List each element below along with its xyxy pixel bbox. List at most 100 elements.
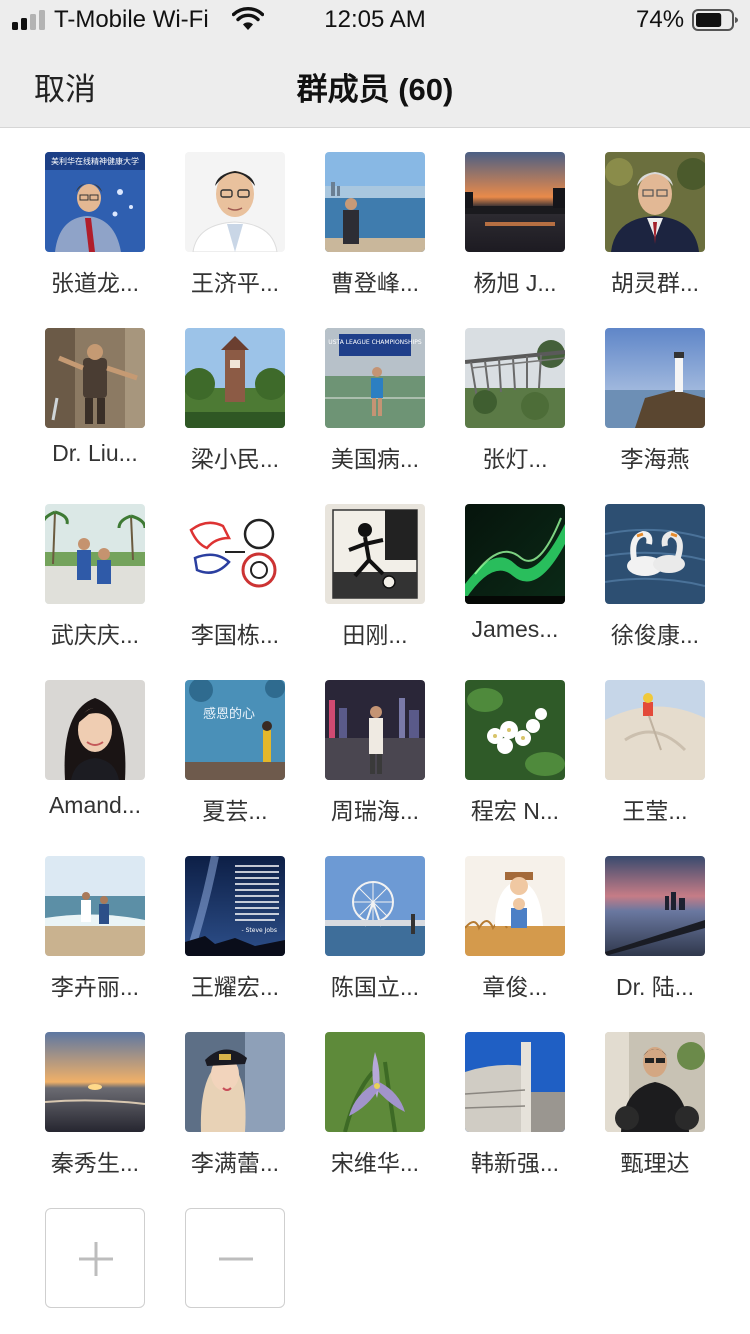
avatar <box>465 680 565 780</box>
member-item[interactable]: 美利华在线精神健康大学 张道龙... <box>25 152 165 312</box>
member-name: 宋维华... <box>330 1150 420 1176</box>
avatar <box>45 856 145 956</box>
quote-attribution: - Steve Jobs <box>242 927 277 934</box>
member-item[interactable]: 陈国立... <box>305 856 445 1016</box>
member-name: 章俊... <box>482 974 548 1000</box>
avatar <box>325 856 425 956</box>
member-name: 梁小民... <box>190 446 280 472</box>
avatar <box>465 856 565 956</box>
member-item[interactable]: 梁小民... <box>165 328 305 488</box>
member-name: 李卉丽... <box>50 974 140 1000</box>
avatar <box>465 152 565 252</box>
member-name: 韩新强... <box>470 1150 560 1176</box>
member-item[interactable]: 胡灵群... <box>585 152 725 312</box>
add-member-button[interactable] <box>45 1208 145 1308</box>
member-item[interactable]: 甄理达 <box>585 1032 725 1192</box>
member-item[interactable]: 秦秀生... <box>25 1032 165 1192</box>
member-name: 程宏 N... <box>470 798 560 824</box>
member-item[interactable]: 周瑞海... <box>305 680 445 840</box>
member-item[interactable]: 宋维华... <box>305 1032 445 1192</box>
banner-text: 美利华在线精神健康大学 <box>51 156 139 166</box>
member-name: Dr. 陆... <box>616 974 694 1000</box>
avatar: 感恩的心 <box>185 680 285 780</box>
battery-percentage: 74% <box>636 6 685 33</box>
cancel-button[interactable]: 取消 <box>34 64 96 109</box>
banner-text: 感恩的心 <box>203 706 255 722</box>
navigation-bar: 取消 群成员 (60) <box>0 40 750 128</box>
member-name: 田刚... <box>342 622 408 648</box>
avatar <box>605 856 705 956</box>
member-name: 甄理达 <box>620 1150 690 1176</box>
member-item[interactable]: 李满蕾... <box>165 1032 305 1192</box>
avatar <box>605 328 705 428</box>
avatar <box>465 328 565 428</box>
member-name: 秦秀生... <box>50 1150 140 1176</box>
member-item[interactable]: 徐俊康... <box>585 504 725 664</box>
member-item[interactable]: 曹登峰... <box>305 152 445 312</box>
member-name: 美国病... <box>330 446 420 472</box>
member-item[interactable]: 程宏 N... <box>445 680 585 840</box>
member-name: 陈国立... <box>330 974 420 1000</box>
member-name: 李海燕 <box>620 446 690 472</box>
avatar <box>325 152 425 252</box>
plus-icon <box>79 1242 113 1276</box>
member-name: 李满蕾... <box>190 1150 280 1176</box>
member-item[interactable]: - Steve Jobs 王耀宏... <box>165 856 305 1016</box>
member-item[interactable]: USTA LEAGUE CHAMPIONSHIPS 美国病... <box>305 328 445 488</box>
avatar <box>605 152 705 252</box>
avatar: 美利华在线精神健康大学 <box>45 152 145 252</box>
member-item[interactable]: 王济平... <box>165 152 305 312</box>
member-item[interactable]: Amand... <box>25 680 165 840</box>
avatar: USTA LEAGUE CHAMPIONSHIPS <box>325 328 425 428</box>
member-name: 杨旭 J... <box>473 270 557 296</box>
member-name: 曹登峰... <box>330 270 420 296</box>
member-name: 王耀宏... <box>190 974 280 1000</box>
avatar <box>185 504 285 604</box>
member-name: 武庆庆... <box>50 622 140 648</box>
remove-member-button[interactable] <box>185 1208 285 1308</box>
battery-icon <box>692 9 738 31</box>
avatar <box>45 504 145 604</box>
member-name: 王莹... <box>622 798 688 824</box>
avatar <box>185 1032 285 1132</box>
member-item[interactable]: 王莹... <box>585 680 725 840</box>
avatar <box>465 504 565 604</box>
avatar <box>185 328 285 428</box>
member-item[interactable]: Dr. 陆... <box>585 856 725 1016</box>
member-name: Amand... <box>48 792 142 818</box>
member-item[interactable]: 田刚... <box>305 504 445 664</box>
member-name: 胡灵群... <box>610 270 700 296</box>
member-name: 徐俊康... <box>610 622 700 648</box>
member-item[interactable]: 感恩的心 夏芸... <box>165 680 305 840</box>
banner-text: USTA LEAGUE CHAMPIONSHIPS <box>328 339 422 346</box>
member-item[interactable]: 李卉丽... <box>25 856 165 1016</box>
avatar <box>605 1032 705 1132</box>
member-item[interactable]: 李海燕 <box>585 328 725 488</box>
member-name: 夏芸... <box>202 798 268 824</box>
member-item[interactable]: 武庆庆... <box>25 504 165 664</box>
member-name: 王济平... <box>190 270 280 296</box>
avatar <box>45 680 145 780</box>
page-title: 群成员 (60) <box>296 72 454 107</box>
avatar <box>605 680 705 780</box>
avatar <box>45 328 145 428</box>
minus-icon <box>219 1257 253 1261</box>
member-item[interactable]: James... <box>445 504 585 664</box>
avatar <box>325 1032 425 1132</box>
member-name: Dr. Liu... <box>52 440 138 466</box>
avatar <box>45 1032 145 1132</box>
member-item[interactable]: 韩新强... <box>445 1032 585 1192</box>
avatar <box>325 504 425 604</box>
avatar <box>325 680 425 780</box>
member-item[interactable]: 章俊... <box>445 856 585 1016</box>
status-bar: T-Mobile Wi-Fi 12:05 AM 74% <box>0 0 750 40</box>
avatar <box>185 152 285 252</box>
member-name: 张灯... <box>482 446 548 472</box>
member-name: 张道龙... <box>50 270 140 296</box>
avatar: - Steve Jobs <box>185 856 285 956</box>
member-item[interactable]: 李国栋... <box>165 504 305 664</box>
member-name: 周瑞海... <box>330 798 420 824</box>
member-item[interactable]: 张灯... <box>445 328 585 488</box>
member-item[interactable]: 杨旭 J... <box>445 152 585 312</box>
member-item[interactable]: Dr. Liu... <box>25 328 165 488</box>
